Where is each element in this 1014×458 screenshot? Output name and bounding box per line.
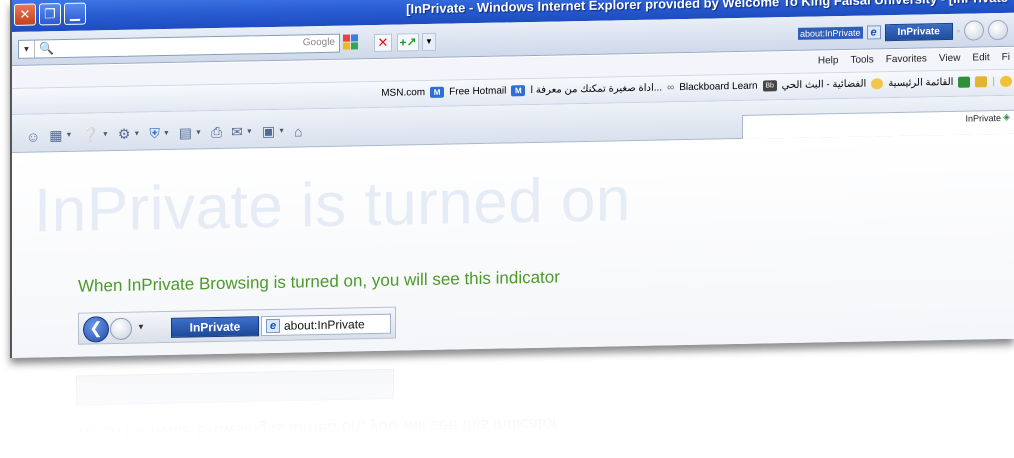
ie-page-icon: e — [866, 25, 881, 40]
mail-icon[interactable]: ✉ — [231, 124, 243, 141]
search-provider-label: Google — [302, 36, 335, 49]
add-favorite-icon[interactable] — [975, 76, 988, 88]
address-field-example: e about:InPrivate — [261, 313, 391, 337]
fav-hotmail[interactable]: Free Hotmail — [449, 85, 506, 97]
ie-page-icon: e — [266, 318, 280, 334]
inprivate-badge: InPrivate — [171, 316, 259, 338]
forward-icon[interactable] — [988, 19, 1008, 41]
menu-items: Help Tools Favorites View Edit Fi — [818, 52, 1010, 67]
inprivate-icon: ◈ — [1003, 111, 1010, 122]
page-icon[interactable]: ▤ — [179, 125, 192, 142]
inprivate-indicator[interactable]: InPrivate ◈ — [966, 112, 1010, 124]
msn-icon: M — [511, 85, 526, 97]
address-bar[interactable]: about:InPrivate e InPrivate ▫ — [798, 19, 1008, 44]
help-icon[interactable]: ❔ — [81, 126, 98, 143]
fav-live-broadcast[interactable]: الفضائية - البث الحي — [782, 79, 867, 92]
address-text[interactable]: about:InPrivate — [798, 26, 863, 40]
msn-icon: M — [430, 86, 445, 98]
menu-help[interactable]: Help — [818, 55, 839, 66]
back-icon[interactable] — [964, 20, 984, 41]
google-logo-icon — [343, 34, 359, 50]
menu-view[interactable]: View — [939, 53, 961, 64]
menu-tools[interactable]: Tools — [850, 54, 873, 65]
globe-icon — [871, 78, 884, 90]
search-input[interactable]: ▼ 🔍 Google — [18, 33, 358, 59]
print-icon[interactable]: ⎙ — [211, 124, 222, 141]
chevron-down-icon: ▼ — [137, 322, 145, 332]
add-icon: + — [399, 35, 407, 50]
safety-icon[interactable]: ⛨ — [149, 125, 160, 142]
screenshot-scene: ✕ ❐ ▁ [InPrivate - Windows Internet Expl… — [0, 0, 1014, 452]
favorites-items: MSN.com M Free Hotmail M ...اداة صغيرة ت… — [381, 75, 1012, 99]
window-title: [InPrivate - Windows Internet Explorer p… — [406, 0, 1008, 16]
menu-file[interactable]: Fi — [1002, 52, 1010, 63]
chevron-down-icon[interactable]: ▼ — [246, 128, 253, 135]
search-icon[interactable]: 🔍 — [39, 41, 54, 55]
fav-main-menu[interactable]: القائمة الرئيسية — [888, 77, 953, 89]
chevron-down-icon[interactable]: ▼ — [133, 130, 140, 137]
address-text: about:InPrivate — [284, 317, 365, 333]
chevron-down-icon[interactable]: ▼ — [195, 129, 202, 136]
page-title: InPrivate is turned on — [34, 165, 631, 246]
fav-arabic-tool[interactable]: ...اداة صغيرة تمكنك من معرفة ا — [530, 82, 662, 96]
fav-blackboard[interactable]: Blackboard Learn — [679, 81, 757, 94]
chevron-down-icon[interactable]: ▼ — [163, 130, 170, 137]
minimize-icon[interactable]: ▁ — [64, 2, 86, 25]
fav-msn[interactable]: MSN.com — [381, 87, 425, 99]
home-icon[interactable]: ⌂ — [294, 123, 302, 139]
chevron-down-icon[interactable]: ▼ — [66, 132, 73, 139]
chevron-down-icon[interactable]: ▼ — [422, 32, 436, 52]
forward-icon — [110, 317, 132, 341]
close-icon[interactable]: ✕ — [14, 3, 36, 26]
research-icon[interactable]: ▦ — [49, 127, 62, 144]
blackboard-icon: Bb — [762, 80, 777, 92]
menu-edit[interactable]: Edit — [972, 52, 989, 63]
web-slice-icon — [958, 76, 971, 88]
link-icon: ∞ — [667, 82, 675, 94]
menu-favorites[interactable]: Favorites — [886, 53, 927, 65]
chevron-down-icon[interactable]: ▼ — [102, 131, 109, 138]
reflection-fade — [0, 360, 1014, 452]
caption-buttons: ✕ ❐ ▁ — [14, 2, 86, 26]
indicator-description: When InPrivate Browsing is turned on, yo… — [78, 267, 560, 296]
back-icon: ❮ — [83, 316, 109, 343]
inprivate-badge[interactable]: InPrivate — [884, 22, 953, 41]
feed-icon[interactable]: ▣ — [262, 123, 275, 140]
messenger-icon[interactable]: ☺ — [26, 128, 40, 144]
browser-window: ✕ ❐ ▁ [InPrivate - Windows Internet Expl… — [10, 0, 1014, 358]
separator-icon: ▫ — [956, 25, 960, 36]
inprivate-indicator-label: InPrivate — [965, 112, 1002, 124]
gear-icon[interactable]: ⚙ — [118, 126, 131, 143]
add-favorite-button[interactable]: +↗ — [397, 33, 419, 52]
chevron-down-icon[interactable]: ▼ — [278, 128, 285, 135]
command-buttons: ☺ ▦ ▼ ❔ ▼ ⚙ ▼ ⛨ ▼ ▤ ▼ ⎙ ✉ ▼ ▣ ▼ ⌂ — [26, 122, 302, 144]
chevron-down-icon[interactable]: ▼ — [19, 40, 35, 58]
separator-icon: | — [992, 76, 995, 88]
stop-button[interactable]: ✕ — [374, 33, 392, 53]
restore-icon[interactable]: ❐ — [39, 3, 61, 26]
favorites-star-icon[interactable] — [1000, 75, 1012, 87]
page-content: InPrivate is turned on When InPrivate Br… — [12, 134, 1014, 358]
inprivate-indicator-example: ❮ ▼ InPrivate e about:InPrivate — [78, 306, 396, 345]
